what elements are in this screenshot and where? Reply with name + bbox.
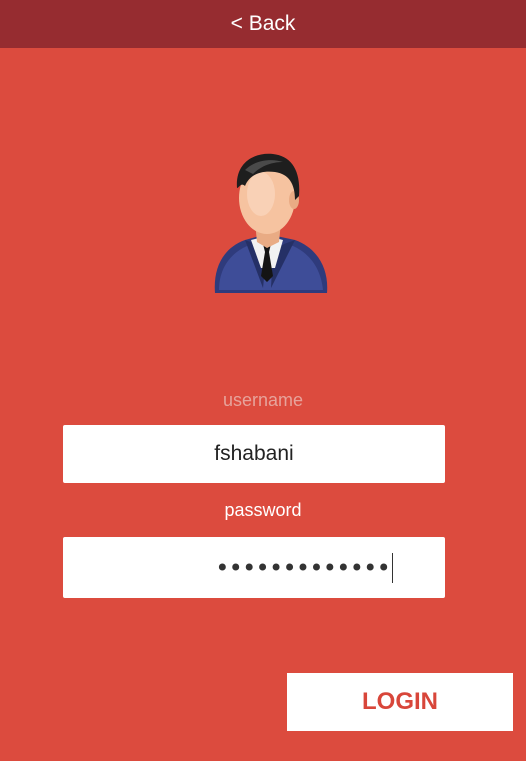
password-field[interactable]: ••••••••••••• [63,537,445,598]
username-input[interactable] [63,424,445,484]
username-label: username [222,390,304,410]
back-button[interactable]: < Back [231,12,296,36]
login-button[interactable]: LOGIN [287,673,513,731]
username-field[interactable] [63,424,445,484]
back-label: < Back [230,12,296,35]
user-avatar-icon [205,148,335,314]
password-label: password [224,500,302,520]
login-label: LOGIN [362,688,438,715]
password-masked-value: ••••••••••••• [215,553,391,582]
top-bar: < Back [0,0,526,48]
password-input[interactable]: ••••••••••••• [215,552,393,583]
text-caret [391,552,393,583]
